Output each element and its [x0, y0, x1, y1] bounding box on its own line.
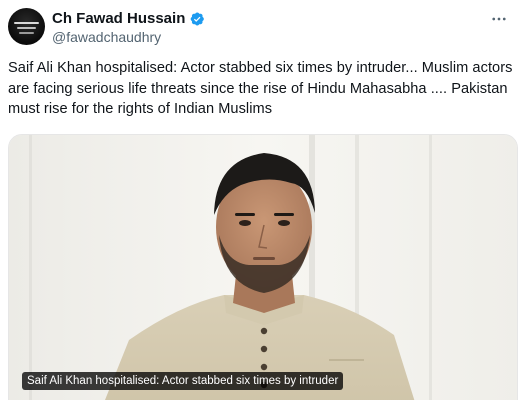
author-name-row: Ch Fawad Hussain [52, 10, 205, 28]
tweet-card: Ch Fawad Hussain @fawadchaudhry Saif Ali… [0, 0, 520, 400]
more-options-button[interactable] [488, 10, 510, 28]
avatar[interactable] [8, 8, 45, 45]
tweet-text: Saif Ali Khan hospitalised: Actor stabbe… [8, 60, 517, 117]
media-caption: Saif Ali Khan hospitalised: Actor stabbe… [22, 372, 344, 390]
author-handle[interactable]: @fawadchaudhry [52, 29, 161, 46]
tweet-media[interactable]: Saif Ali Khan hospitalised: Actor stabbe… [8, 134, 518, 400]
author-display-name[interactable]: Ch Fawad Hussain [52, 10, 185, 28]
verified-badge-icon [191, 12, 205, 26]
media-photo [9, 135, 517, 400]
more-horizontal-icon [492, 17, 506, 21]
